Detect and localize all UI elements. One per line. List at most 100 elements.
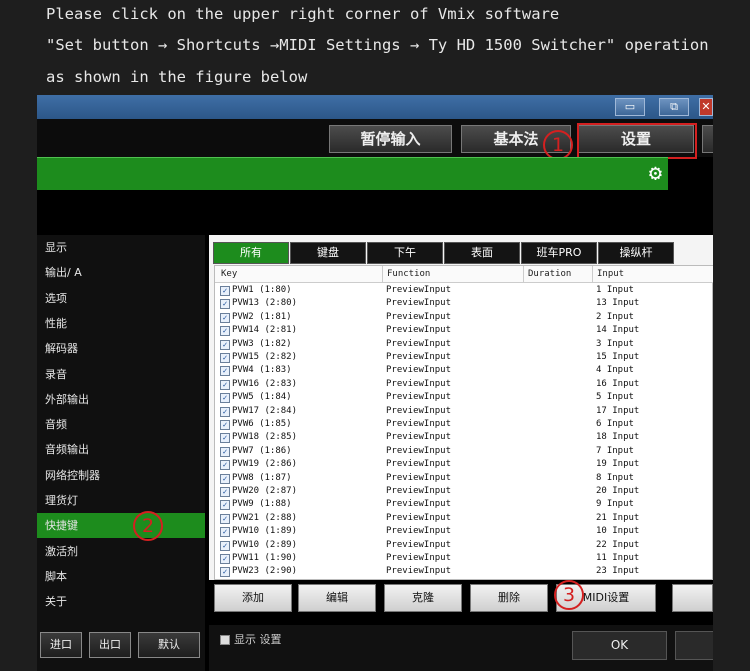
tab[interactable]: 所有 (213, 242, 289, 264)
header-duration[interactable]: Duration (523, 266, 571, 283)
clone-button[interactable]: 克隆 (384, 584, 462, 612)
row-checkbox[interactable]: ✓ (220, 540, 230, 551)
restore-button[interactable]: ⧉ (659, 98, 689, 116)
ok-button[interactable]: OK (572, 631, 667, 660)
row-checkbox[interactable]: ✓ (220, 393, 230, 404)
tab[interactable]: 班车PRO (521, 242, 597, 264)
edit-button[interactable]: 编辑 (298, 584, 376, 612)
close-button[interactable]: ✕ (699, 98, 713, 116)
tab[interactable]: 下午 (367, 242, 443, 264)
cell-key: PVW6 (1:85) (232, 419, 292, 429)
row-checkbox[interactable]: ✓ (220, 487, 230, 497)
sidebar-item[interactable]: 音频 (37, 412, 205, 437)
row-checkbox[interactable]: ✓ (220, 513, 230, 524)
sidebar-item[interactable]: 外部输出 (37, 387, 205, 412)
table-row[interactable]: ✓ PVW10 (1:89) PreviewInput 10 Input (215, 525, 713, 538)
sidebar-item[interactable]: 理货灯 (37, 488, 205, 513)
row-checkbox[interactable]: ✓ (220, 420, 230, 430)
table-row[interactable]: ✓ PVW10 (2:89) PreviewInput 22 Input (215, 539, 713, 552)
row-checkbox[interactable]: ✓ (220, 460, 230, 471)
table-row[interactable]: ✓ PVW20 (2:87) PreviewInput 20 Input (215, 485, 713, 498)
table-row[interactable]: ✓ PVW14 (2:81) PreviewInput 14 Input (215, 324, 713, 337)
header-key[interactable]: Key (217, 266, 237, 283)
table-row[interactable]: ✓ PVW23 (2:90) PreviewInput 23 Input (215, 565, 713, 578)
row-checkbox[interactable]: ✓ (220, 527, 230, 538)
sidebar-item[interactable]: 脚本 (37, 564, 205, 589)
table-row[interactable]: ✓ PVW9 (1:88) PreviewInput 9 Input (215, 498, 713, 511)
row-checkbox[interactable]: ✓ (220, 366, 230, 377)
row-checkbox[interactable]: ✓ (220, 433, 230, 444)
table-row[interactable]: ✓ PVW5 (1:84) PreviewInput 5 Input (215, 391, 713, 404)
sidebar-item[interactable]: 显示 (37, 235, 205, 260)
row-checkbox[interactable]: ✓ (220, 299, 230, 310)
default-button[interactable]: 默认 (138, 632, 200, 658)
table-row[interactable]: ✓ PVW16 (2:83) PreviewInput 16 Input (215, 378, 713, 391)
table-row[interactable]: ✓ PVW18 (2:85) PreviewInput 18 Input (215, 431, 713, 444)
sidebar-item[interactable]: 快捷键 (37, 513, 205, 539)
row-checkbox[interactable]: ✓ (220, 554, 230, 564)
cell-function: PreviewInput (386, 472, 452, 483)
cell-key: PVW7 (1:86) (232, 445, 292, 456)
show-checkbox[interactable] (220, 635, 230, 645)
tab[interactable]: 表面 (444, 242, 520, 264)
sidebar-item[interactable]: 选项 (37, 286, 205, 311)
tab[interactable]: 键盘 (290, 242, 366, 264)
table-row[interactable]: ✓ PVW3 (1:82) PreviewInput 3 Input (215, 338, 713, 351)
cell-input: 6 Input (596, 419, 634, 429)
cell-input: 23 Input (596, 566, 640, 577)
table-row[interactable]: ✓ PVW2 (1:81) PreviewInput 2 Input (215, 311, 713, 324)
table-row[interactable]: ✓ PVW4 (1:83) PreviewInput 4 Input (215, 364, 713, 377)
sidebar-item[interactable]: 输出/ A (37, 260, 205, 285)
table-row[interactable]: ✓ PVW11 (1:90) PreviewInput 11 Input (215, 552, 713, 565)
more-panel-button[interactable] (672, 584, 713, 612)
cell-key: PVW15 (2:82) (232, 352, 298, 362)
pause-input-button[interactable]: 暂停输入 (329, 125, 452, 153)
cell-input: 13 Input (596, 298, 640, 309)
cell-input: 8 Input (596, 472, 634, 483)
table-row[interactable]: ✓ PVW19 (2:86) PreviewInput 19 Input (215, 458, 713, 471)
import-button[interactable]: 进口 (40, 632, 82, 658)
minimize-button[interactable]: ▭ (615, 98, 645, 116)
table-row[interactable]: ✓ PVW21 (2:88) PreviewInput 21 Input (215, 512, 713, 525)
export-button[interactable]: 出口 (89, 632, 131, 658)
cell-function: PreviewInput (386, 405, 452, 416)
row-checkbox[interactable]: ✓ (220, 446, 230, 457)
table-row[interactable]: ✓ PVW17 (2:84) PreviewInput 17 Input (215, 405, 713, 418)
row-checkbox[interactable]: ✓ (220, 312, 230, 323)
table-row[interactable]: ✓ PVW15 (2:82) PreviewInput 15 Input (215, 351, 713, 364)
header-function[interactable]: Function (382, 266, 430, 283)
row-checkbox[interactable]: ✓ (220, 567, 230, 578)
sidebar-item[interactable]: 解码器 (37, 336, 205, 361)
table-row[interactable]: ✓ PVW7 (1:86) PreviewInput 7 Input (215, 445, 713, 458)
cell-input: 9 Input (596, 499, 634, 510)
table-row[interactable]: ✓ PVW13 (2:80) PreviewInput 13 Input (215, 297, 713, 310)
tab[interactable]: 操纵杆 (598, 242, 674, 264)
table-row[interactable]: ✓ PVW8 (1:87) PreviewInput 8 Input (215, 472, 713, 485)
more-button[interactable] (702, 125, 713, 153)
cell-key: PVW17 (2:84) (232, 405, 298, 416)
row-checkbox[interactable]: ✓ (220, 326, 230, 337)
delete-button[interactable]: 删除 (470, 584, 548, 612)
sidebar-item[interactable]: 性能 (37, 311, 205, 336)
caption-line-1: Please click on the upper right corner o… (46, 5, 560, 23)
sidebar-item[interactable]: 录音 (37, 362, 205, 387)
table-row[interactable]: ✓ PVW1 (1:80) PreviewInput 1 Input (215, 284, 713, 297)
sidebar-item[interactable]: 激活剂 (37, 539, 205, 564)
add-button[interactable]: 添加 (214, 584, 292, 612)
row-checkbox[interactable]: ✓ (220, 339, 230, 350)
caption-line-2: "Set button → Shortcuts →MIDI Settings →… (46, 36, 709, 54)
row-checkbox[interactable]: ✓ (220, 286, 230, 296)
row-checkbox[interactable]: ✓ (220, 473, 230, 484)
sidebar-item[interactable]: 关于 (37, 589, 205, 614)
cell-input: 14 Input (596, 325, 640, 336)
row-checkbox[interactable]: ✓ (220, 379, 230, 390)
table-row[interactable]: ✓ PVW6 (1:85) PreviewInput 6 Input (215, 418, 713, 431)
gear-icon[interactable]: ⚙ (649, 163, 662, 185)
sidebar-item[interactable]: 网络控制器 (37, 463, 205, 488)
row-checkbox[interactable]: ✓ (220, 353, 230, 363)
cancel-button[interactable] (675, 631, 713, 660)
row-checkbox[interactable]: ✓ (220, 406, 230, 417)
sidebar-item[interactable]: 音频输出 (37, 437, 205, 462)
row-checkbox[interactable]: ✓ (220, 500, 230, 511)
header-input[interactable]: Input (592, 266, 624, 283)
